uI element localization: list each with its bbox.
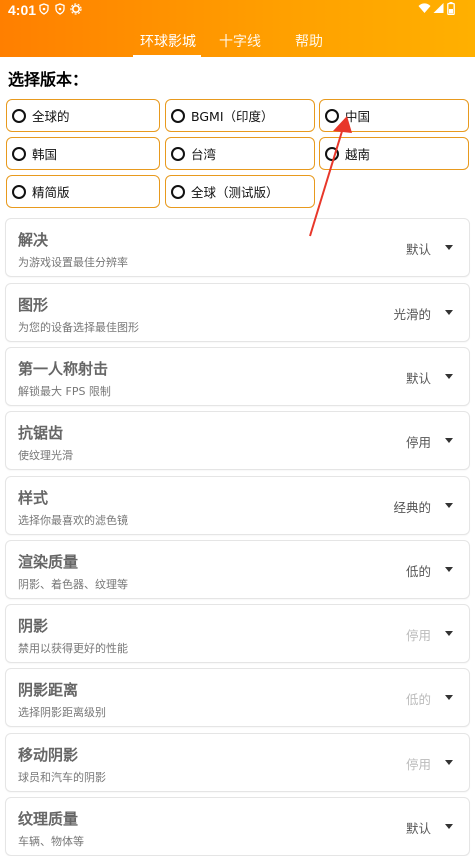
status-time: 4:01 [8,2,37,18]
setting-title: 阴影 [18,617,49,635]
setting-subtitle: 阴影、着色器、纹理等 [18,578,128,591]
version-option-taiwan[interactable]: 台湾 [165,137,315,170]
setting-value[interactable]: 停用 [406,432,431,451]
dropdown-caret-icon[interactable] [445,438,453,443]
radio-button[interactable] [12,108,26,123]
setting-subtitle: 禁用以获得更好的性能 [18,642,128,655]
setting-resolution[interactable]: 解决 为游戏设置最佳分辨率 默认 [5,218,470,277]
radio-button[interactable] [325,108,339,123]
setting-value[interactable]: 低的 [406,689,431,708]
signal-icon [433,2,444,18]
setting-render-quality[interactable]: 渲染质量 阴影、着色器、纹理等 低的 [5,540,470,599]
version-option-label: 韩国 [32,147,58,162]
setting-graphics[interactable]: 图形 为您的设备选择最佳图形 光滑的 [5,283,470,342]
tab-help[interactable]: 帮助 [295,31,323,51]
setting-subtitle: 解锁最大 FPS 限制 [18,385,111,398]
version-option-global-beta[interactable]: 全球（测试版） [165,175,315,208]
setting-subtitle: 选择你最喜欢的滤色镜 [18,514,128,527]
version-option-label: 全球（测试版） [191,185,279,200]
setting-title: 图形 [18,296,49,314]
setting-title: 样式 [18,489,49,507]
version-option-global[interactable]: 全球的 [6,99,160,132]
setting-title: 纹理质量 [18,810,79,828]
dropdown-caret-icon[interactable] [445,374,453,379]
radio-button[interactable] [325,146,339,161]
setting-subtitle: 车辆、物体等 [18,835,84,848]
setting-value[interactable]: 停用 [406,625,431,644]
dropdown-caret-icon[interactable] [445,567,453,572]
gear-icon [70,3,82,15]
version-option-label: 全球的 [32,109,70,124]
dropdown-caret-icon[interactable] [445,631,453,636]
setting-antialiasing[interactable]: 抗锯齿 使纹理光滑 停用 [5,411,470,470]
setting-texture-quality[interactable]: 纹理质量 车辆、物体等 默认 [5,797,470,856]
active-tab-indicator [133,55,201,57]
setting-value[interactable]: 经典的 [393,497,431,516]
status-bar: 4:01 [0,0,475,20]
setting-moving-shadows[interactable]: 移动阴影 球员和汽车的阴影 停用 [5,733,470,792]
setting-title: 解决 [18,231,49,249]
dropdown-caret-icon[interactable] [445,824,453,829]
wifi-icon [418,2,431,18]
setting-value[interactable]: 默认 [406,368,431,387]
setting-title: 移动阴影 [18,746,79,764]
tab-bar: 环球影城 十字线 帮助 [0,28,475,57]
radio-button[interactable] [171,184,185,199]
version-section-title: 选择版本： [8,70,89,89]
tab-crosshair[interactable]: 十字线 [219,31,261,51]
setting-title: 第一人称射击 [18,360,109,378]
setting-subtitle: 为游戏设置最佳分辨率 [18,256,128,269]
shield-icon [38,3,50,15]
version-option-bgmi[interactable]: BGMI（印度） [165,99,315,132]
version-option-label: 台湾 [191,147,217,162]
setting-fps[interactable]: 第一人称射击 解锁最大 FPS 限制 默认 [5,347,470,406]
setting-value[interactable]: 光滑的 [393,304,431,323]
dropdown-caret-icon[interactable] [445,760,453,765]
radio-button[interactable] [12,184,26,199]
setting-subtitle: 球员和汽车的阴影 [18,771,106,784]
setting-value[interactable]: 低的 [406,561,431,580]
version-option-label: BGMI（印度） [191,109,274,124]
dropdown-caret-icon[interactable] [445,245,453,250]
dropdown-caret-icon[interactable] [445,695,453,700]
version-option-vietnam[interactable]: 越南 [319,137,469,170]
radio-button[interactable] [171,108,185,123]
setting-value[interactable]: 停用 [406,754,431,773]
setting-value[interactable]: 默认 [406,239,431,258]
setting-subtitle: 选择阴影距离级别 [18,706,106,719]
setting-shadows[interactable]: 阴影 禁用以获得更好的性能 停用 [5,604,470,663]
tab-universal[interactable]: 环球影城 [140,31,196,51]
version-option-label: 中国 [345,109,371,124]
setting-title: 抗锯齿 [18,424,64,442]
setting-subtitle: 为您的设备选择最佳图形 [18,321,139,334]
setting-value[interactable]: 默认 [406,818,431,837]
setting-title: 渲染质量 [18,553,79,571]
setting-title: 阴影距离 [18,681,79,699]
radio-button[interactable] [12,146,26,161]
setting-shadow-distance[interactable]: 阴影距离 选择阴影距离级别 低的 [5,668,470,727]
dropdown-caret-icon[interactable] [445,503,453,508]
setting-subtitle: 使纹理光滑 [18,449,73,462]
setting-style[interactable]: 样式 选择你最喜欢的滤色镜 经典的 [5,476,470,535]
shield-icon [54,3,66,15]
version-option-korea[interactable]: 韩国 [6,137,160,170]
version-option-label: 精简版 [32,185,70,200]
version-option-label: 越南 [345,147,371,162]
battery-icon [447,2,455,19]
dropdown-caret-icon[interactable] [445,310,453,315]
version-option-lite[interactable]: 精简版 [6,175,160,208]
radio-button[interactable] [171,146,185,161]
version-option-china[interactable]: 中国 [319,99,469,132]
app-header: 4:01 环球影城 十字线 帮助 [0,0,475,57]
